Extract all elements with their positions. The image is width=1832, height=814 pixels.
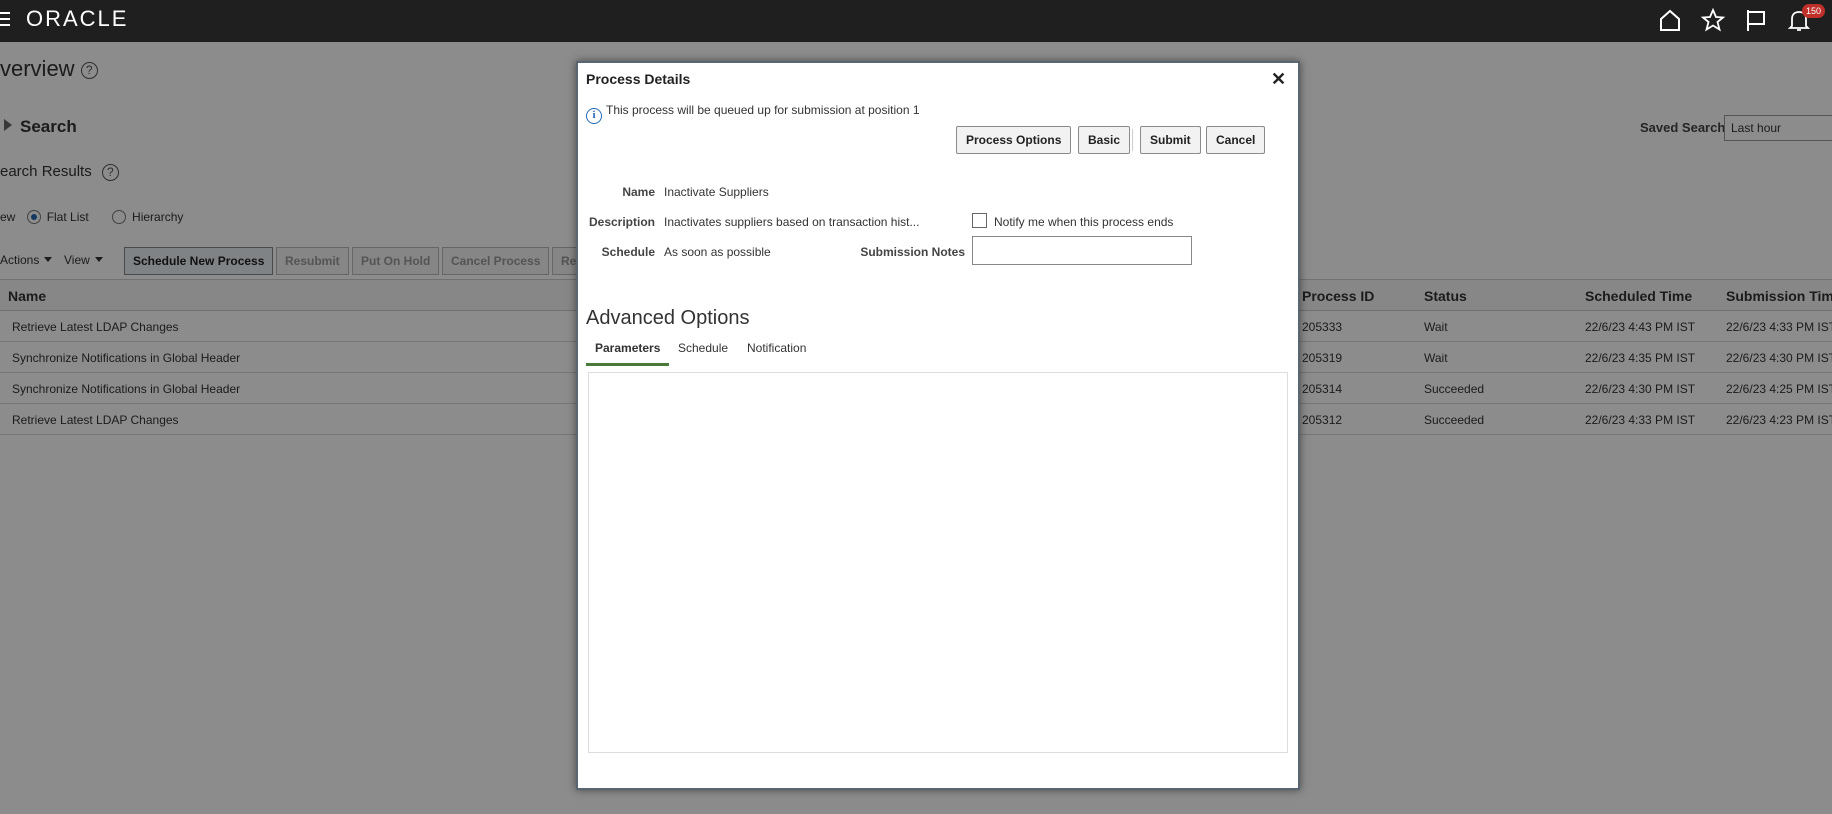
- notification-badge: 150: [1802, 4, 1826, 18]
- name-label: Name: [622, 185, 655, 199]
- notify-label: Notify me when this process ends: [994, 215, 1174, 229]
- name-value: Inactivate Suppliers: [664, 185, 769, 199]
- cancel-button[interactable]: Cancel: [1206, 126, 1266, 154]
- tab-parameters[interactable]: Parameters: [586, 341, 670, 366]
- process-details-dialog: Process Details ✕ i This process will be …: [576, 61, 1300, 790]
- button-separator: [1132, 129, 1133, 151]
- submission-notes-input[interactable]: [972, 236, 1192, 265]
- flag-icon[interactable]: [1743, 7, 1769, 33]
- info-text: This process will be queued up for submi…: [606, 103, 920, 117]
- submission-notes-label: Submission Notes: [860, 245, 965, 259]
- process-options-button[interactable]: Process Options: [956, 126, 1072, 154]
- description-label: Description: [588, 215, 655, 229]
- oracle-logo[interactable]: ORACLE: [26, 6, 128, 32]
- description-value: Inactivates suppliers based on transacti…: [664, 215, 920, 229]
- schedule-value: As soon as possible: [664, 245, 771, 259]
- home-icon[interactable]: [1657, 7, 1683, 33]
- info-icon: i: [586, 108, 602, 124]
- global-header: ORACLE 150: [0, 0, 1832, 42]
- close-icon[interactable]: ✕: [1271, 69, 1286, 90]
- basic-button[interactable]: Basic: [1078, 126, 1131, 154]
- parameters-panel: [588, 372, 1288, 753]
- advanced-options-heading: Advanced Options: [586, 307, 750, 329]
- info-message: i This process will be queued up for subm…: [586, 103, 920, 124]
- tab-schedule[interactable]: Schedule: [678, 341, 728, 363]
- tab-notification[interactable]: Notification: [747, 341, 806, 363]
- menu-icon[interactable]: [0, 12, 10, 28]
- dialog-title: Process Details: [586, 71, 691, 87]
- star-icon[interactable]: [1700, 7, 1726, 33]
- submit-button[interactable]: Submit: [1140, 126, 1201, 154]
- schedule-label: Schedule: [601, 245, 655, 259]
- notify-checkbox[interactable]: [972, 213, 987, 228]
